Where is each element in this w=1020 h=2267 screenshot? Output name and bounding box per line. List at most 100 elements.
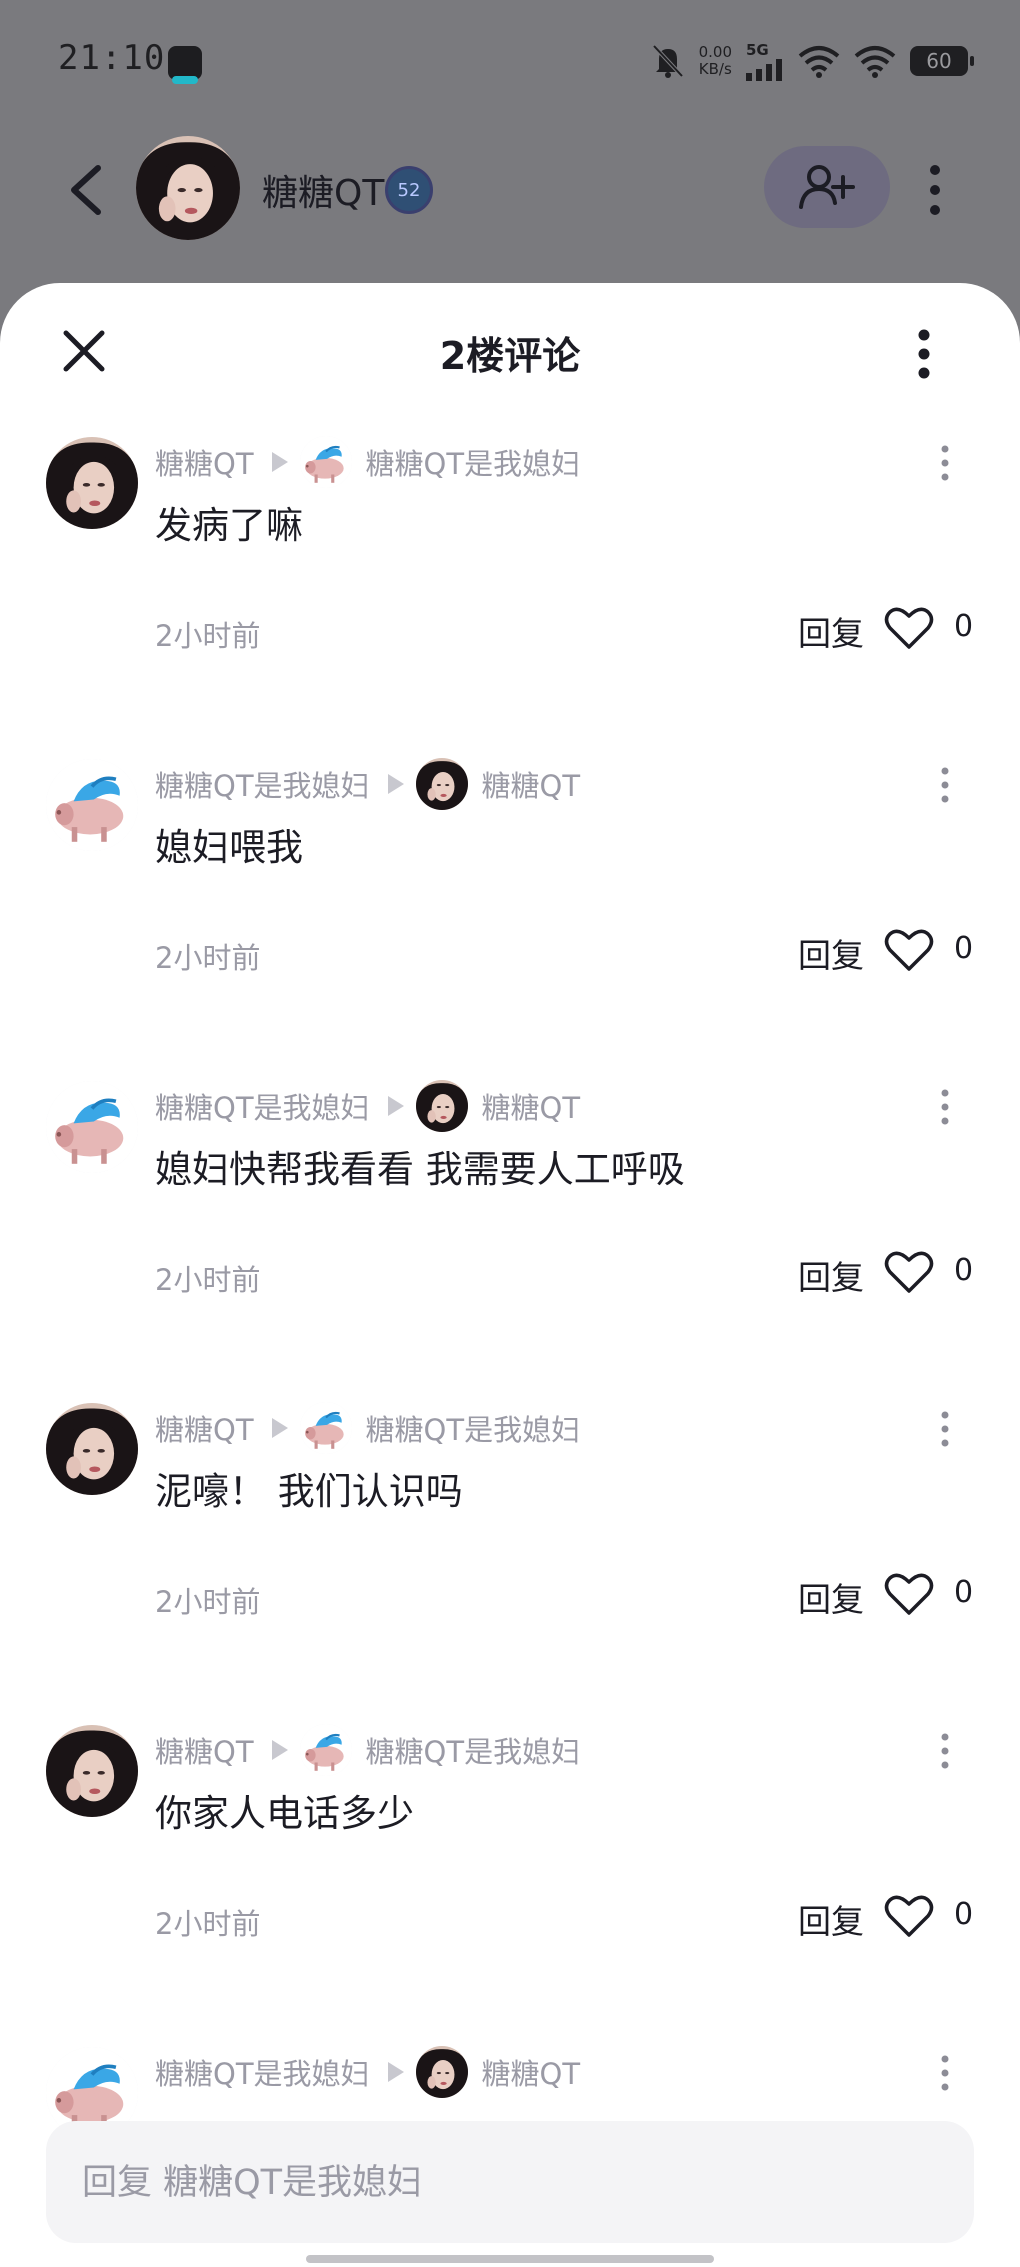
comment-more-icon[interactable]	[936, 1087, 954, 1127]
reply-target-name[interactable]: 糖糖QT是我媳妇	[366, 1407, 581, 1449]
reply-target-name[interactable]: 糖糖QT是我媳妇	[366, 441, 581, 483]
comment-time: 2小时前	[155, 1585, 261, 1619]
add-friend-button[interactable]	[764, 146, 890, 228]
chat-partner-name[interactable]: 糖糖QT	[262, 164, 384, 216]
comment-author-name[interactable]: 糖糖QT是我媳妇	[155, 2051, 370, 2093]
reply-target-name[interactable]: 糖糖QT是我媳妇	[366, 1729, 581, 1771]
network-type-label: 5G	[746, 41, 769, 59]
heart-icon[interactable]	[884, 1249, 934, 1295]
comment-author-avatar[interactable]	[46, 1403, 138, 1495]
reply-button[interactable]: 回复	[798, 1573, 864, 1621]
comment-item[interactable]: 糖糖QT 糖糖QT是我媳妇泥嚎！ 我们认识吗 2小时前 回复 0	[0, 1379, 1020, 1701]
wifi-icon	[798, 46, 840, 78]
comment-item[interactable]: 糖糖QT 糖糖QT是我媳妇发病了嘛 2小时前 回复 0	[0, 413, 1020, 735]
like-count: 0	[954, 1897, 974, 1932]
reply-to-arrow-icon	[271, 452, 288, 472]
comment-list: 糖糖QT 糖糖QT是我媳妇 发病了嘛 2小时前 回复 0 糖糖QT是我媳妇 糖糖QT 媳妇喂我 2…	[0, 413, 1020, 2267]
reply-target-avatar[interactable]	[415, 758, 468, 810]
girl-avatar	[416, 758, 468, 810]
header-avatar[interactable]	[136, 136, 240, 240]
status-indicators: 0.00 KB/s 5G 60	[651, 36, 974, 86]
comment-time: 2小时前	[155, 619, 261, 653]
comment-more-icon[interactable]	[936, 443, 954, 483]
comment-more-icon[interactable]	[936, 765, 954, 805]
reply-target-name[interactable]: 糖糖QT	[482, 763, 581, 805]
pig-avatar	[300, 1724, 352, 1776]
comment-text: 你家人电话多少	[155, 1792, 414, 1835]
comment-text: 媳妇喂我	[155, 826, 303, 869]
comment-item[interactable]: 糖糖QT是我媳妇 糖糖QT 媳妇快帮我看看 我需要人工呼吸 2小时前 回复 0	[0, 1057, 1020, 1379]
comment-author-avatar[interactable]	[46, 1725, 138, 1817]
girl-avatar	[46, 437, 138, 529]
reply-input-box[interactable]	[46, 2121, 974, 2245]
girl-avatar	[416, 2046, 468, 2098]
reply-to-arrow-icon	[387, 1096, 404, 1116]
girl-avatar-image	[136, 136, 240, 240]
comment-more-icon[interactable]	[936, 2053, 954, 2093]
like-count: 0	[954, 609, 974, 644]
comment-author-avatar[interactable]	[46, 1081, 138, 1173]
girl-avatar	[46, 1725, 138, 1817]
app-notification-icon	[168, 46, 202, 84]
comment-item[interactable]: 糖糖QT是我媳妇 糖糖QT 媳妇喂我 2小时前 回复 0	[0, 735, 1020, 1057]
comment-author-avatar[interactable]	[46, 759, 138, 851]
heart-icon[interactable]	[884, 1571, 934, 1617]
reply-target-name[interactable]: 糖糖QT	[482, 2051, 581, 2093]
girl-avatar	[46, 1403, 138, 1495]
reply-to-arrow-icon	[271, 1740, 288, 1760]
comment-author-name[interactable]: 糖糖QT是我媳妇	[155, 1085, 370, 1127]
heart-icon[interactable]	[884, 1893, 934, 1939]
mute-bell-icon	[652, 44, 684, 78]
comment-text: 发病了嘛	[155, 504, 303, 547]
comment-author-name[interactable]: 糖糖QT是我媳妇	[155, 763, 370, 805]
comment-meta: 糖糖QT是我媳妇 糖糖QT	[155, 2046, 581, 2098]
reply-target-avatar[interactable]	[415, 1080, 468, 1132]
like-count: 0	[954, 1575, 974, 1610]
back-arrow-icon[interactable]	[62, 160, 112, 220]
battery-indicator: 60	[910, 46, 974, 76]
reply-target-avatar[interactable]	[299, 1724, 352, 1776]
comment-more-icon[interactable]	[936, 1731, 954, 1771]
comment-meta: 糖糖QT 糖糖QT是我媳妇	[155, 1402, 581, 1454]
comment-time: 2小时前	[155, 1263, 261, 1297]
reply-target-avatar[interactable]	[299, 436, 352, 488]
like-count: 0	[954, 1253, 974, 1288]
more-vertical-icon[interactable]	[920, 160, 950, 220]
comment-time: 2小时前	[155, 941, 261, 975]
reply-button[interactable]: 回复	[798, 607, 864, 655]
comment-author-name[interactable]: 糖糖QT	[155, 441, 254, 483]
pig-avatar	[300, 436, 352, 488]
comment-author-name[interactable]: 糖糖QT	[155, 1407, 254, 1449]
cell-signal-icon	[746, 59, 782, 81]
comment-more-icon[interactable]	[936, 1409, 954, 1449]
comment-author-name[interactable]: 糖糖QT	[155, 1729, 254, 1771]
status-bar: 21:10 0.00 KB/s 5G 60	[0, 0, 1020, 120]
network-speed: 0.00 KB/s	[699, 44, 732, 78]
reply-button[interactable]: 回复	[798, 1251, 864, 1299]
network-speed-unit: KB/s	[698, 60, 732, 78]
sheet-more-icon[interactable]	[910, 327, 938, 381]
pig-avatar	[300, 1402, 352, 1454]
status-time: 21:10	[58, 38, 166, 78]
reply-button[interactable]: 回复	[798, 929, 864, 977]
comment-text: 媳妇快帮我看看 我需要人工呼吸	[155, 1148, 685, 1191]
wifi-icon-secondary	[854, 46, 896, 78]
reply-target-avatar[interactable]	[299, 1402, 352, 1454]
network-speed-value: 0.00	[698, 43, 732, 61]
comment-item[interactable]: 糖糖QT 糖糖QT是我媳妇你家人电话多少 2小时前 回复 0	[0, 1701, 1020, 2023]
heart-icon[interactable]	[884, 927, 934, 973]
comment-author-avatar[interactable]	[46, 437, 138, 529]
add-user-icon	[799, 165, 855, 209]
comment-meta: 糖糖QT 糖糖QT是我媳妇	[155, 1724, 581, 1776]
reply-button[interactable]: 回复	[798, 1895, 864, 1943]
heart-icon[interactable]	[884, 605, 934, 651]
comment-time: 2小时前	[155, 1907, 261, 1941]
pig-avatar	[46, 1081, 138, 1173]
comment-text: 泥嚎！ 我们认识吗	[155, 1470, 463, 1513]
reply-target-name[interactable]: 糖糖QT	[482, 1085, 581, 1127]
reply-input[interactable]	[80, 2121, 944, 2245]
home-indicator[interactable]	[306, 2255, 714, 2263]
reply-target-avatar[interactable]	[415, 2046, 468, 2098]
cell-signal: 5G	[746, 41, 784, 81]
girl-avatar	[416, 1080, 468, 1132]
